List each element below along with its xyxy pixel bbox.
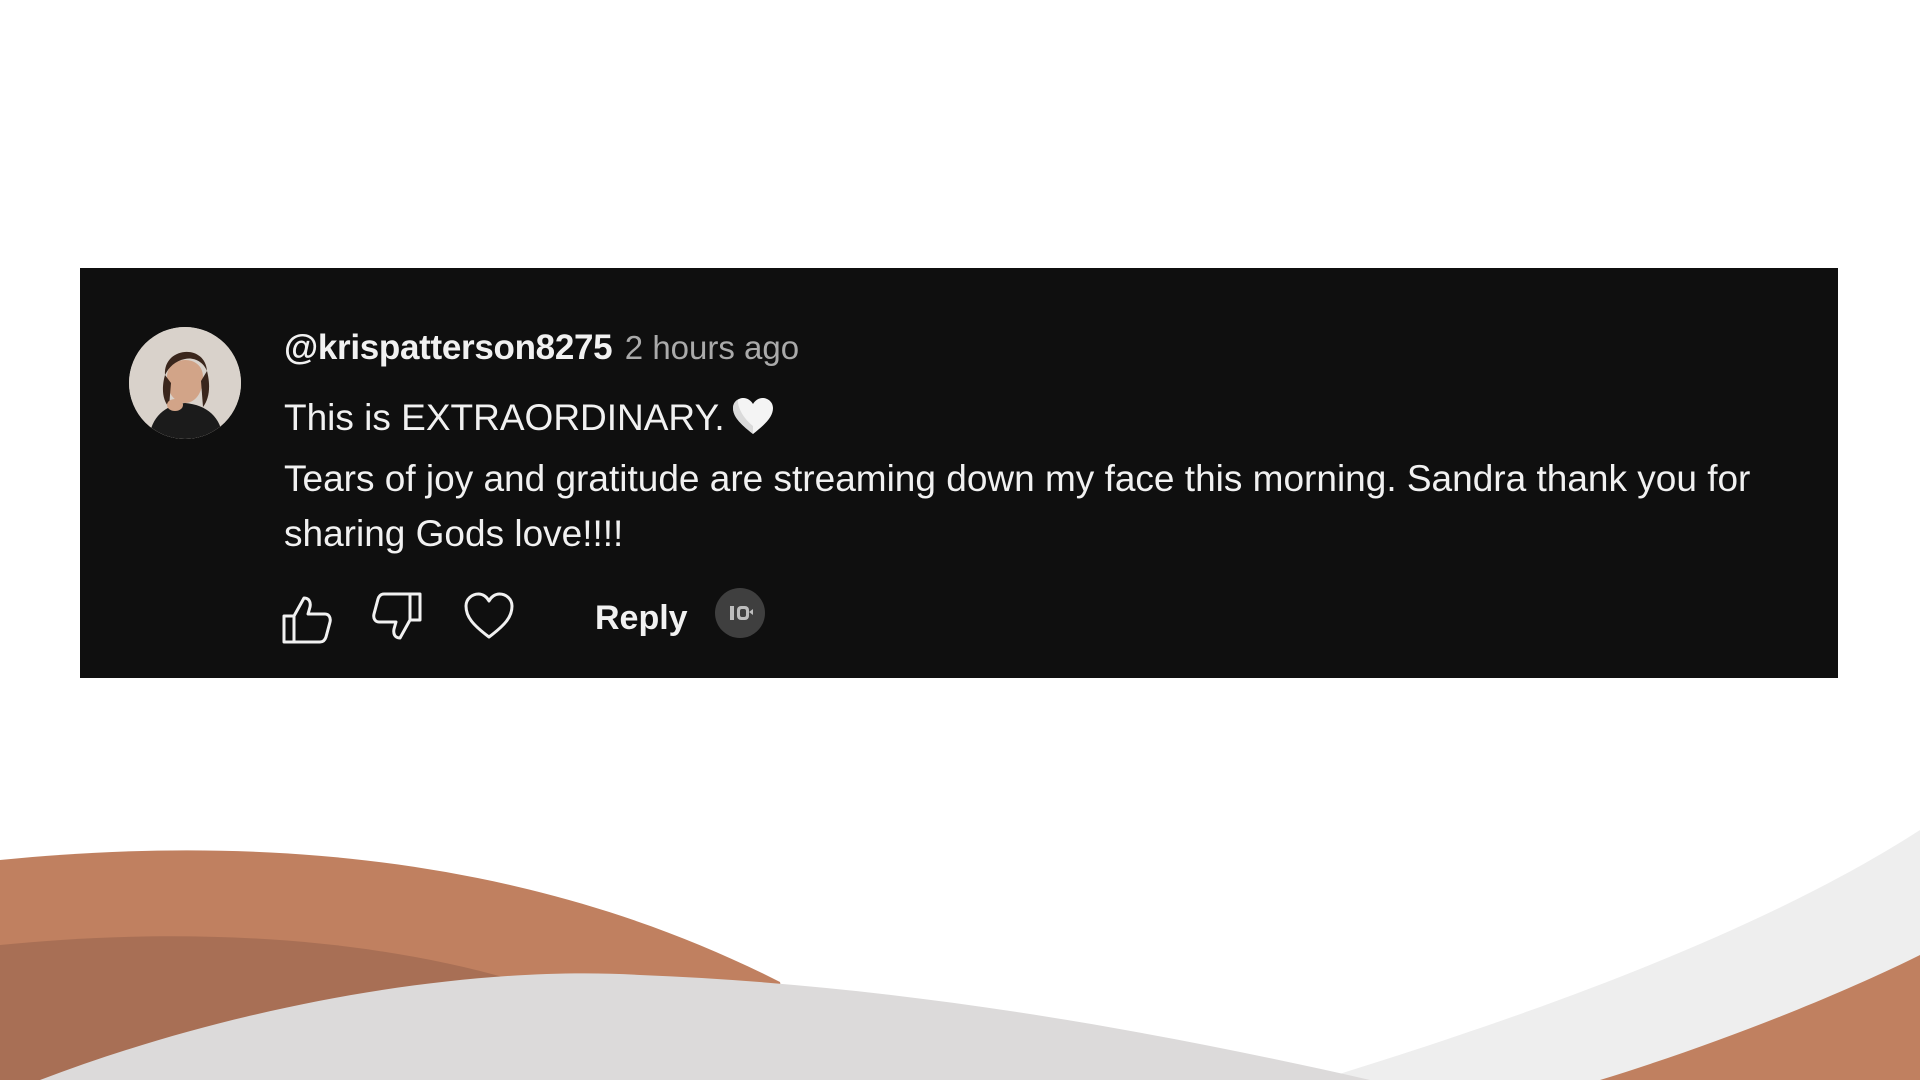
comment-line-text: This is EXTRAORDINARY. xyxy=(284,397,725,438)
wave-brown xyxy=(0,936,520,1080)
wave-orange-right xyxy=(1600,955,1920,1080)
heart-button[interactable] xyxy=(463,591,515,646)
like-button[interactable] xyxy=(280,592,334,651)
comment-author[interactable]: @krispatterson8275 xyxy=(284,328,613,367)
comment-timestamp[interactable]: 2 hours ago xyxy=(625,329,799,366)
thumbs-down-icon xyxy=(372,592,422,640)
thumbs-up-icon xyxy=(282,596,332,644)
comment-card: @krispatterson8275 2 hours ago This is E… xyxy=(80,268,1838,678)
comment-line: Tears of joy and gratitude are streaming… xyxy=(284,458,1751,554)
wave-grey xyxy=(40,973,1370,1080)
reply-button[interactable]: Reply xyxy=(595,594,688,642)
wave-light-grey xyxy=(1320,830,1920,1080)
comment-header: @krispatterson8275 2 hours ago xyxy=(284,328,799,368)
creator-avatar-icon xyxy=(730,606,753,620)
heart-icon xyxy=(464,592,514,639)
comment-line: This is EXTRAORDINARY. xyxy=(284,390,1784,451)
wave-orange xyxy=(0,850,800,1080)
dislike-button[interactable] xyxy=(370,590,424,649)
white-heart-icon xyxy=(731,396,775,451)
comment-text: This is EXTRAORDINARY. Tears of joy and … xyxy=(284,390,1784,561)
avatar[interactable] xyxy=(129,327,241,439)
creator-badge[interactable] xyxy=(715,588,765,638)
slide: @krispatterson8275 2 hours ago This is E… xyxy=(0,0,1920,1080)
